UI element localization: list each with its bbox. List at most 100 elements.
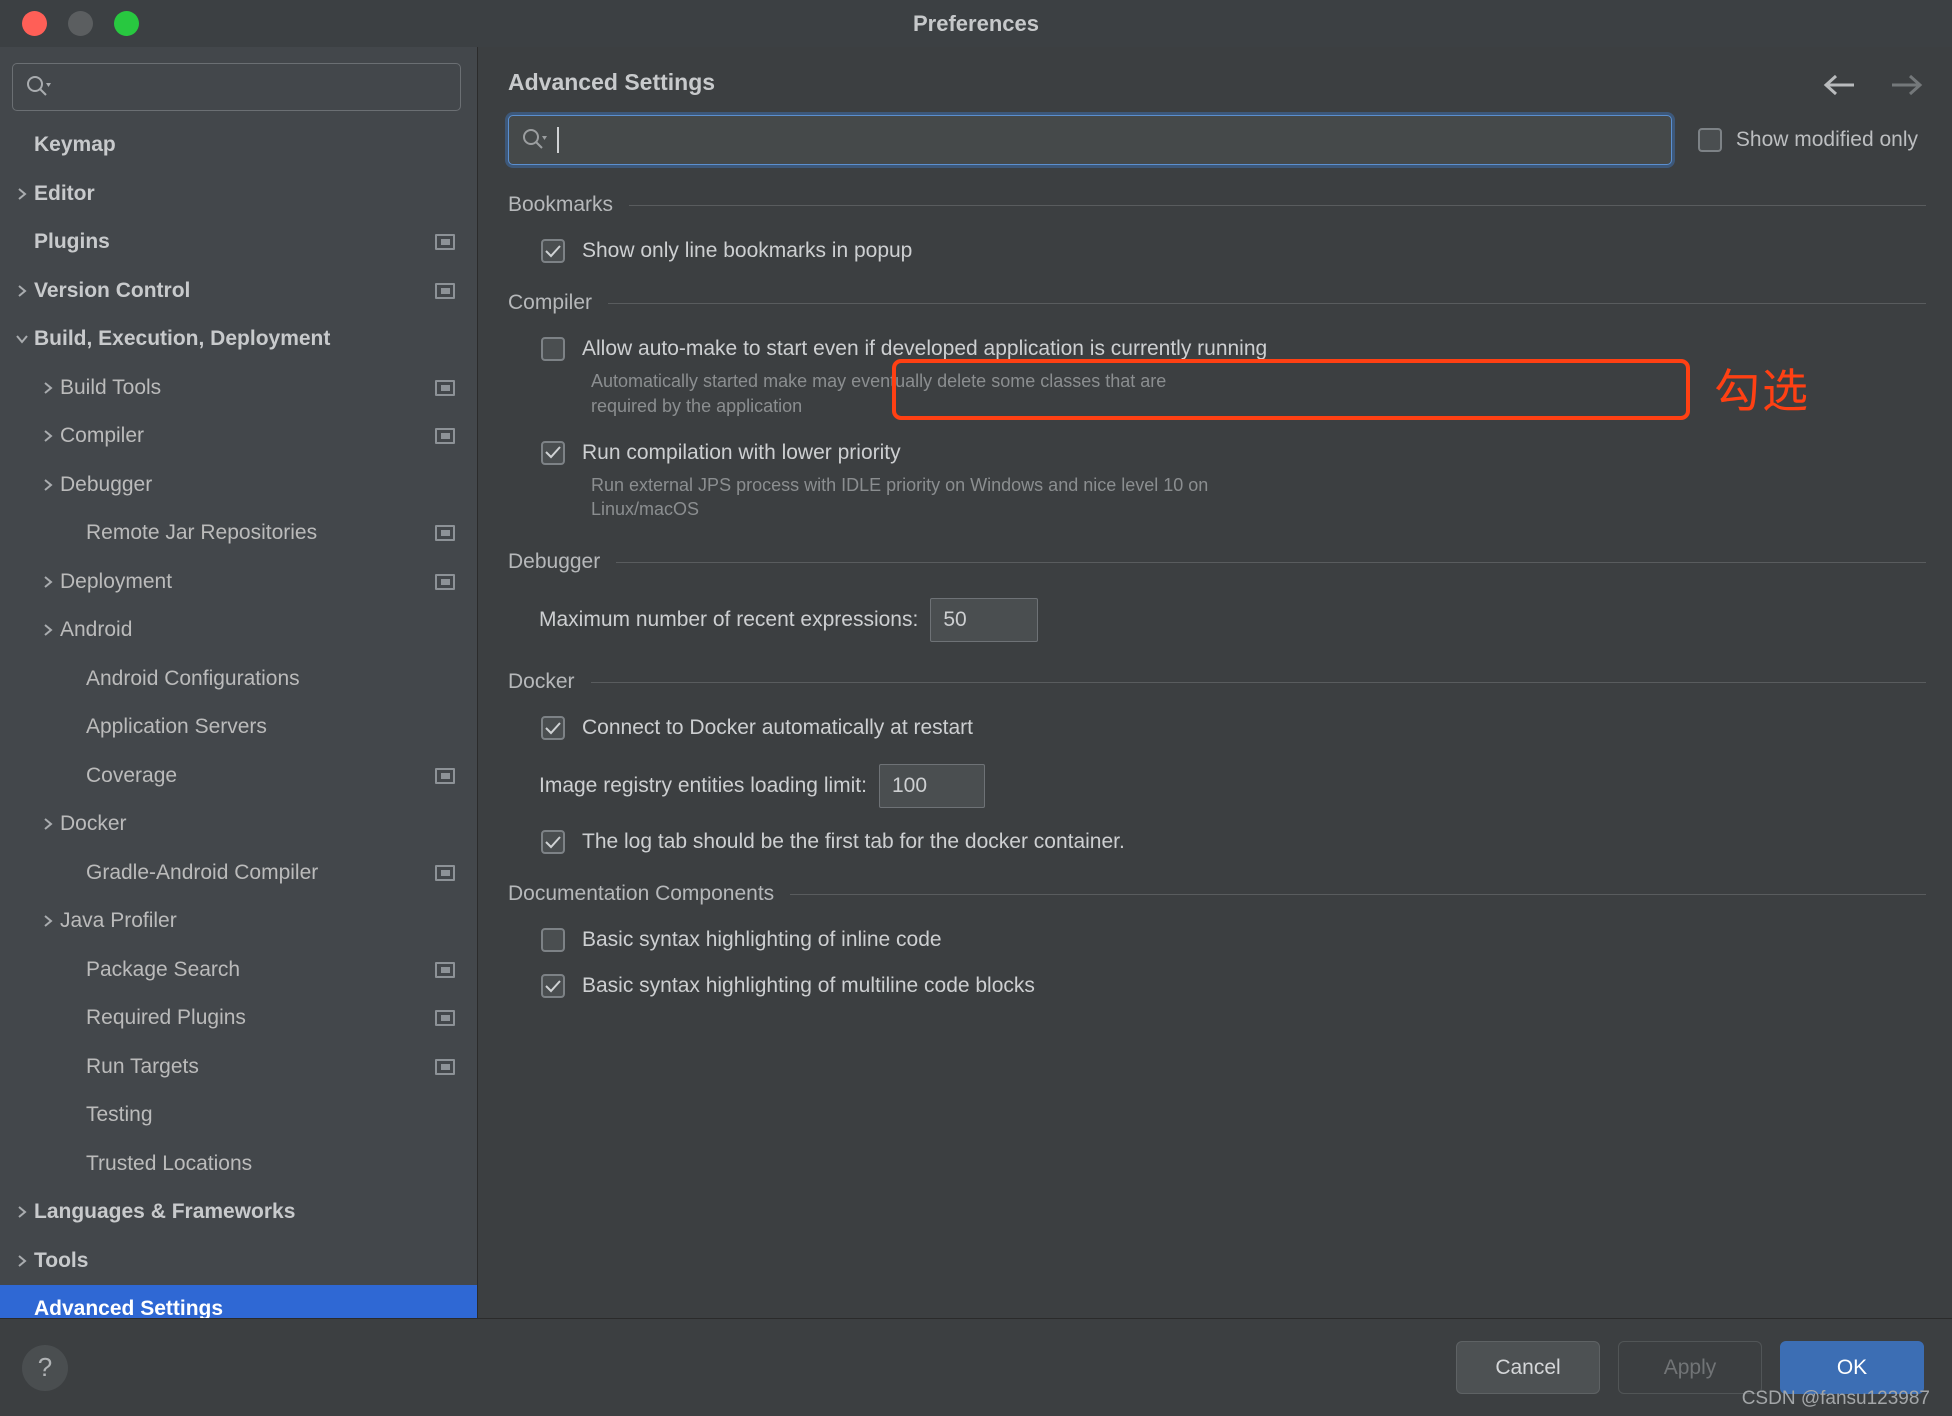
chevron-right-icon[interactable] xyxy=(36,477,60,493)
sidebar-item-compiler[interactable]: Compiler xyxy=(0,412,477,461)
close-window-button[interactable] xyxy=(22,11,47,36)
sidebar-item-debugger[interactable]: Debugger xyxy=(0,461,477,510)
group-header-documentation-components: Documentation Components xyxy=(508,882,1926,906)
advanced-settings-panel: Advanced Settings Show modified only Boo… xyxy=(478,47,1952,1318)
chevron-right-icon xyxy=(62,865,86,881)
chevron-down-icon[interactable] xyxy=(10,331,34,347)
sidebar-item-label: Package Search xyxy=(86,957,241,981)
chevron-right-icon[interactable] xyxy=(10,1253,34,1269)
help-button[interactable]: ? xyxy=(22,1344,68,1391)
setting-label: Basic syntax highlighting of inline code xyxy=(582,928,942,952)
sidebar-item-editor[interactable]: Editor xyxy=(0,170,477,219)
chevron-right-icon[interactable] xyxy=(10,283,34,299)
sidebar-item-java-profiler[interactable]: Java Profiler xyxy=(0,897,477,946)
checkbox-box[interactable] xyxy=(541,440,565,465)
sidebar-search-wrap xyxy=(0,47,477,121)
settings-tree[interactable]: Keymap Editor Plugins Version Control Build,… xyxy=(0,121,477,1318)
chevron-right-icon[interactable] xyxy=(36,816,60,832)
checkbox-box[interactable] xyxy=(1697,128,1722,152)
sidebar-item-label: Android Configurations xyxy=(86,666,300,690)
setting-label: Allow auto-make to start even if develop… xyxy=(582,337,1268,360)
chevron-right-icon xyxy=(10,137,34,153)
sidebar-item-advanced-settings[interactable]: Advanced Settings xyxy=(0,1285,477,1318)
setting-description: Automatically started make may eventuall… xyxy=(591,371,1167,416)
search-icon xyxy=(25,74,51,100)
sidebar-item-android-configurations[interactable]: Android Configurations xyxy=(0,655,477,704)
sidebar-item-label: Compiler xyxy=(60,424,145,448)
ok-button[interactable]: OK xyxy=(1780,1341,1924,1394)
setting-checkbox-show-only-line-bookmarks-in-popup[interactable]: Show only line bookmarks in popup xyxy=(508,239,1926,263)
setting-checkbox-the-log-tab-should-be-the-first-tab-for-the-docker-c[interactable]: The log tab should be the first tab for … xyxy=(508,830,1926,855)
checkbox-box[interactable] xyxy=(541,928,565,953)
dialog-footer: ? Cancel Apply OK CSDN @fansu123987 xyxy=(0,1318,1952,1416)
setting-checkbox-connect-to-docker-automatically-at-restart[interactable]: Connect to Docker automatically at resta… xyxy=(508,716,1926,741)
sidebar-item-android[interactable]: Android xyxy=(0,606,477,655)
sidebar-item-docker[interactable]: Docker xyxy=(0,800,477,849)
apply-button[interactable]: Apply xyxy=(1618,1341,1762,1394)
sidebar-item-run-targets[interactable]: Run Targets xyxy=(0,1043,477,1092)
sidebar-item-application-servers[interactable]: Application Servers xyxy=(0,703,477,752)
sidebar-item-required-plugins[interactable]: Required Plugins xyxy=(0,994,477,1043)
sidebar-item-version-control[interactable]: Version Control xyxy=(0,267,477,316)
sidebar-search-input[interactable] xyxy=(12,63,461,111)
checkbox-box[interactable] xyxy=(541,830,565,855)
arrow-right-icon[interactable] xyxy=(1886,71,1926,99)
sidebar-item-testing[interactable]: Testing xyxy=(0,1091,477,1140)
sidebar-item-label: Build, Execution, Deployment xyxy=(34,327,331,351)
sidebar-item-build-tools[interactable]: Build Tools xyxy=(0,364,477,413)
number-input[interactable]: 100 xyxy=(878,764,985,809)
checkbox-box[interactable] xyxy=(541,239,565,263)
settings-filter-input[interactable] xyxy=(508,115,1672,165)
sidebar-item-label: Testing xyxy=(86,1103,153,1127)
sidebar-item-tools[interactable]: Tools xyxy=(0,1237,477,1286)
checkbox-box[interactable] xyxy=(541,337,565,361)
sidebar-item-coverage[interactable]: Coverage xyxy=(0,752,477,801)
chevron-right-icon[interactable] xyxy=(36,428,60,444)
minimize-window-button[interactable] xyxy=(68,11,93,36)
sidebar-item-deployment[interactable]: Deployment xyxy=(0,558,477,607)
chevron-right-icon[interactable] xyxy=(36,622,60,638)
group-header-compiler: Compiler xyxy=(508,291,1926,315)
chevron-right-icon xyxy=(62,768,86,784)
setting-checkbox-basic-syntax-highlighting-of-inline-code[interactable]: Basic syntax highlighting of inline code xyxy=(508,928,1926,953)
chevron-right-icon[interactable] xyxy=(36,380,60,396)
preferences-window: Preferences Keymap Editor Plugins Version C… xyxy=(0,0,1952,1416)
group-title: Compiler xyxy=(508,291,593,314)
sidebar-item-remote-jar-repositories[interactable]: Remote Jar Repositories xyxy=(0,509,477,558)
chevron-right-icon[interactable] xyxy=(10,186,34,202)
chevron-right-icon[interactable] xyxy=(10,1204,34,1220)
show-modified-only-checkbox[interactable]: Show modified only xyxy=(1697,128,1926,152)
project-scope-icon xyxy=(435,961,455,978)
checkbox-box[interactable] xyxy=(541,974,565,999)
sidebar-item-languages-frameworks[interactable]: Languages & Frameworks xyxy=(0,1188,477,1237)
sidebar-item-trusted-locations[interactable]: Trusted Locations xyxy=(0,1140,477,1189)
sidebar-item-gradle-android-compiler[interactable]: Gradle-Android Compiler xyxy=(0,849,477,898)
setting-label: Image registry entities loading limit: xyxy=(539,774,867,798)
sidebar-item-plugins[interactable]: Plugins xyxy=(0,218,477,267)
cancel-button[interactable]: Cancel xyxy=(1456,1341,1600,1394)
sidebar-item-package-search[interactable]: Package Search xyxy=(0,946,477,995)
chevron-right-icon xyxy=(62,962,86,978)
sidebar-item-label: Java Profiler xyxy=(60,909,177,933)
sidebar-item-keymap[interactable]: Keymap xyxy=(0,121,477,170)
group-title: Docker xyxy=(508,670,575,694)
show-modified-only-label: Show modified only xyxy=(1735,128,1918,151)
arrow-left-icon[interactable] xyxy=(1820,71,1860,99)
window-body: Keymap Editor Plugins Version Control Build,… xyxy=(0,47,1952,1318)
chevron-right-icon xyxy=(62,1156,86,1172)
project-scope-icon xyxy=(435,767,455,784)
chevron-right-icon xyxy=(62,671,86,687)
sidebar-item-label: Keymap xyxy=(34,133,116,157)
setting-checkbox-run-compilation-with-lower-priority[interactable]: Run compilation with lower priority xyxy=(508,440,1926,465)
zoom-window-button[interactable] xyxy=(114,11,139,36)
chevron-right-icon[interactable] xyxy=(36,913,60,929)
sidebar-item-build-execution-deployment[interactable]: Build, Execution, Deployment xyxy=(0,315,477,364)
number-input[interactable]: 50 xyxy=(930,598,1039,643)
sidebar-item-label: Remote Jar Repositories xyxy=(86,521,318,545)
setting-checkbox-basic-syntax-highlighting-of-multiline-code-blocks[interactable]: Basic syntax highlighting of multiline c… xyxy=(508,974,1926,999)
chevron-right-icon[interactable] xyxy=(36,574,60,590)
setting-checkbox-allow-auto-make-to-start-even-if-developed-applicati[interactable]: Allow auto-make to start even if develop… xyxy=(508,337,1926,361)
filter-row: Show modified only xyxy=(478,99,1952,165)
group-header-bookmarks: Bookmarks xyxy=(508,193,1926,217)
checkbox-box[interactable] xyxy=(541,716,565,741)
